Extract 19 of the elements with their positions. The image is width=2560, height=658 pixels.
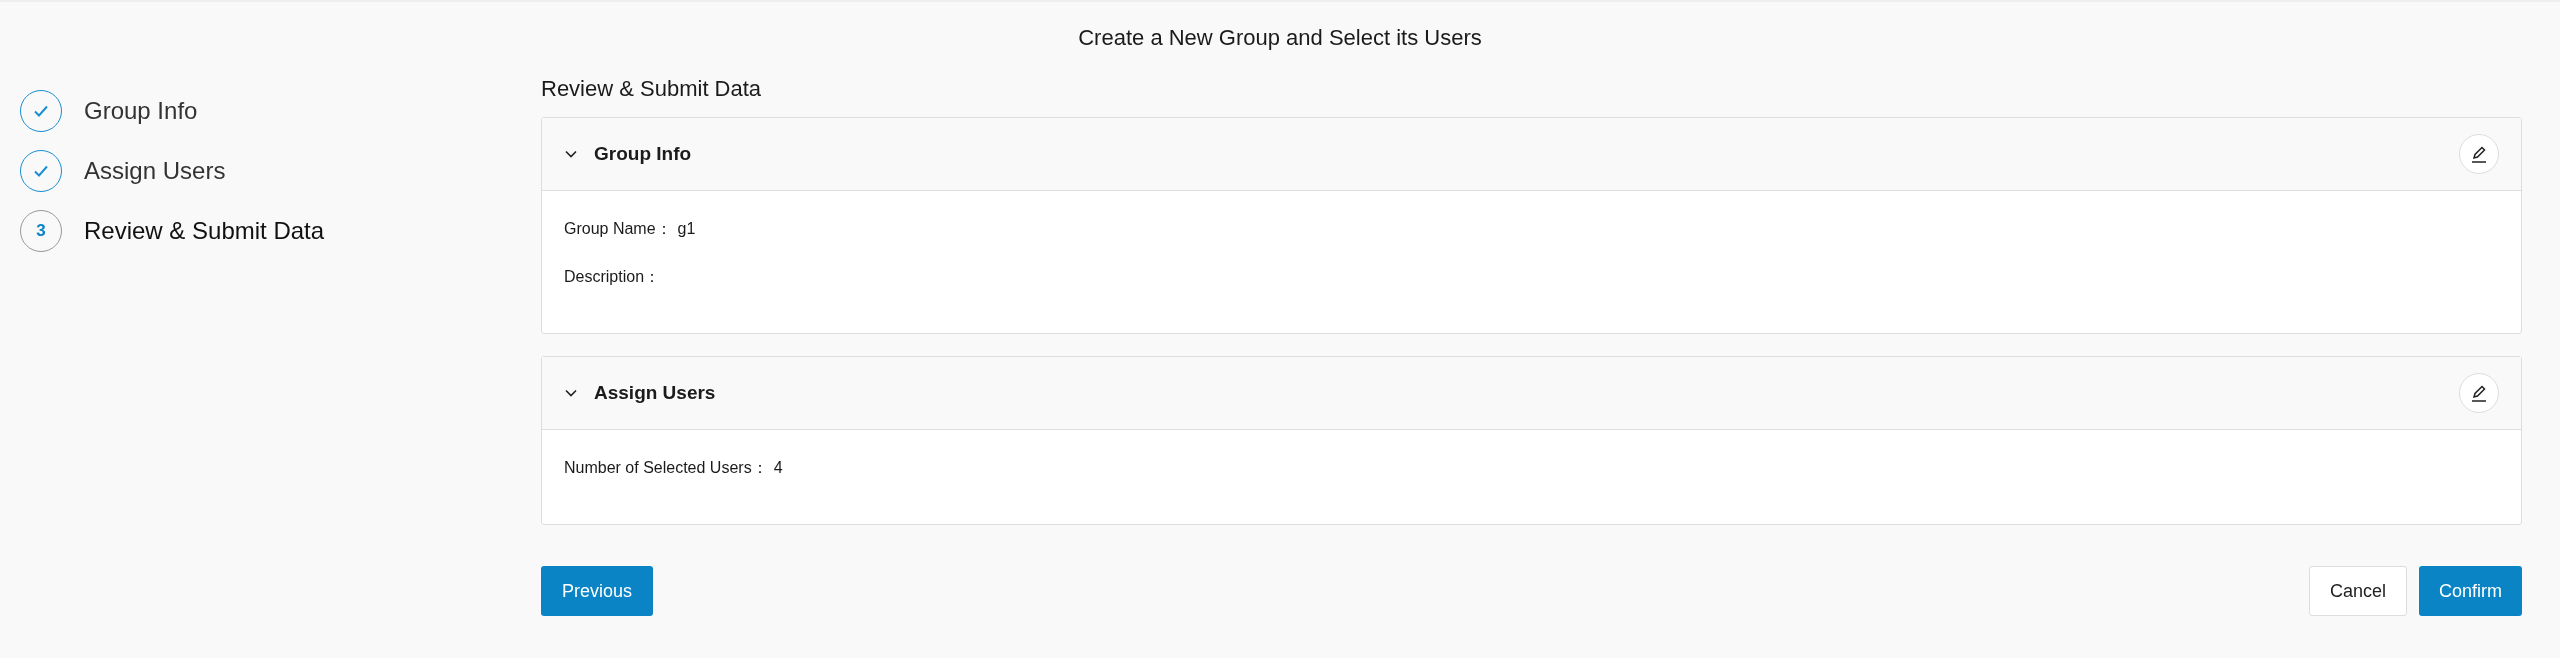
- dialog-title: Create a New Group and Select its Users: [1078, 23, 1482, 52]
- field-label: Description：: [564, 267, 661, 287]
- panel-title: Assign Users: [594, 380, 716, 405]
- step-label[interactable]: Group Info: [84, 93, 198, 129]
- edit-button[interactable]: [2459, 134, 2499, 174]
- cancel-button[interactable]: Cancel: [2308, 566, 2407, 616]
- panel-title: Group Info: [594, 141, 692, 166]
- confirm-button[interactable]: Confirm: [2419, 566, 2522, 616]
- section-heading: Review & Submit Data: [541, 75, 763, 103]
- step-label[interactable]: Assign Users: [84, 153, 226, 189]
- field-value: 4: [773, 458, 783, 478]
- pencil-icon: [2469, 144, 2489, 164]
- edit-button[interactable]: [2459, 373, 2499, 413]
- field-label: Group Name：: [564, 219, 672, 239]
- step-label[interactable]: Review & Submit Data: [84, 213, 325, 249]
- field-label: Number of Selected Users：: [564, 458, 768, 478]
- field-value: g1: [677, 219, 696, 239]
- pencil-icon: [2469, 383, 2489, 403]
- previous-button[interactable]: Previous: [541, 566, 654, 616]
